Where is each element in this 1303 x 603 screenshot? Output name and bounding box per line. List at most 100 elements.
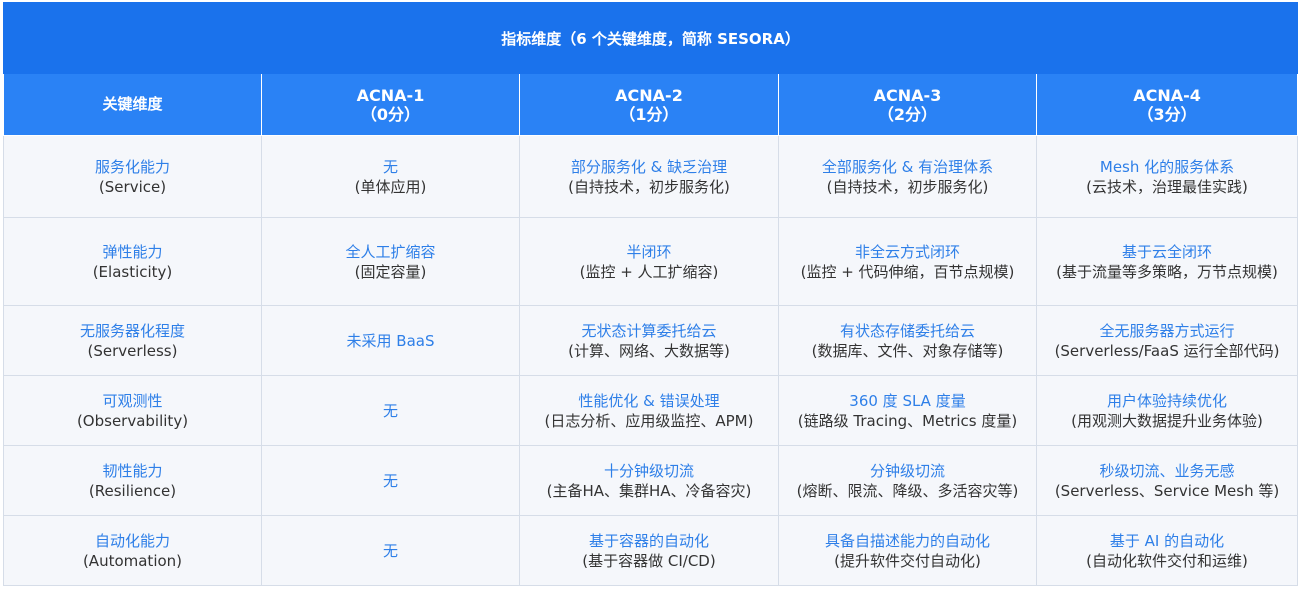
table-cell: 无服务器化程度 (Serverless): [3, 305, 262, 376]
cell-sub: (监控 + 人工扩缩容): [579, 262, 719, 281]
header-row: 关键维度 ACNA-1 （0分） ACNA-2 （1分） ACNA-3 （2分）…: [3, 73, 1299, 136]
cell-main: 可观测性: [102, 391, 163, 410]
maturity-table: 指标维度（6 个关键维度，简称 SESORA） 关键维度 ACNA-1 （0分）…: [2, 2, 1299, 586]
header-line1: ACNA-4: [1133, 85, 1201, 105]
table-cell: 自动化能力 (Automation): [3, 515, 262, 586]
table-cell: 用户体验持续优化 (用观测大数据提升业务体验): [1035, 375, 1299, 446]
cell-main: 弹性能力: [102, 242, 163, 261]
cell-main: 有状态存储委托给云: [839, 321, 975, 340]
table-row: 自动化能力 (Automation) 无 基于容器的自动化 (基于容器做 CI/CD…: [3, 515, 1299, 586]
cell-sub: (链路级 Tracing、Metrics 度量): [797, 411, 1018, 430]
cell-sub: (Serverless、Service Mesh 等): [1054, 481, 1280, 500]
table-cell: 性能优化 & 错误处理 (日志分析、应用级监控、APM): [519, 375, 779, 446]
table-banner: 指标维度（6 个关键维度，简称 SESORA）: [2, 2, 1299, 74]
header-line2: （0分）: [360, 104, 421, 124]
table-cell: 非全云方式闭环 (监控 + 代码伸缩，百节点规模): [778, 217, 1037, 306]
cell-sub: (提升软件交付自动化): [834, 551, 981, 570]
cell-main: 无: [382, 541, 398, 560]
cell-sub: (Resilience): [88, 481, 177, 500]
cell-main: Mesh 化的服务体系: [1099, 157, 1235, 176]
table-cell: 无: [261, 445, 520, 516]
cell-sub: (Service): [98, 177, 167, 196]
cell-sub: (自动化软件交付和运维): [1086, 551, 1248, 570]
table-cell: 未采用 BaaS: [261, 305, 520, 376]
cell-main: 无: [382, 471, 398, 490]
cell-main: 全无服务器方式运行: [1099, 321, 1235, 340]
cell-sub: (自持技术，初步服务化): [826, 177, 989, 196]
header-line1: ACNA-3: [873, 85, 942, 105]
cell-main: 韧性能力: [102, 461, 163, 480]
maturity-table-container: 指标维度（6 个关键维度，简称 SESORA） 关键维度 ACNA-1 （0分）…: [2, 2, 1303, 601]
cell-main: 无: [382, 157, 398, 176]
cell-main: 具备自描述能力的自动化: [824, 531, 990, 550]
table-cell: 无状态计算委托给云 (计算、网络、大数据等): [519, 305, 779, 376]
table-cell: 360 度 SLA 度量 (链路级 Tracing、Metrics 度量): [778, 375, 1037, 446]
cell-sub: (熔断、限流、降级、多活容灾等): [796, 481, 1019, 500]
table-cell: 基于 AI 的自动化 (自动化软件交付和运维): [1035, 515, 1299, 586]
table-cell: 可观测性 (Observability): [3, 375, 262, 446]
table-cell: 无 (单体应用): [261, 135, 520, 218]
cell-sub: (数据库、文件、对象存储等): [811, 341, 1004, 360]
cell-main: 自动化能力: [94, 531, 170, 550]
cell-main: 基于 AI 的自动化: [1109, 531, 1225, 550]
table-cell: 有状态存储委托给云 (数据库、文件、对象存储等): [778, 305, 1037, 376]
table-cell: 无: [261, 515, 520, 586]
table-cell: 半闭环 (监控 + 人工扩缩容): [519, 217, 779, 306]
table-cell: 十分钟级切流 (主备HA、集群HA、冷备容灾): [519, 445, 779, 516]
header-key-dimension: 关键维度: [3, 73, 262, 136]
header-line2: （2分）: [877, 104, 938, 124]
cell-sub: (基于流量等多策略，万节点规模): [1056, 262, 1278, 281]
banner-row: 指标维度（6 个关键维度，简称 SESORA）: [2, 2, 1299, 74]
table-row: 服务化能力 (Service) 无 (单体应用) 部分服务化 & 缺乏治理 (自持技术…: [3, 135, 1299, 218]
cell-sub: (监控 + 代码伸缩，百节点规模): [800, 262, 1015, 281]
cell-main: 基于容器的自动化: [588, 531, 709, 550]
table-row: 可观测性 (Observability) 无 性能优化 & 错误处理 (日志分析、应…: [3, 375, 1299, 446]
table-row: 韧性能力 (Resilience) 无 十分钟级切流 (主备HA、集群HA、冷备容灾…: [3, 445, 1299, 516]
table-cell: 全人工扩缩容 (固定容量): [261, 217, 520, 306]
header-acna-3: ACNA-3 （2分）: [778, 73, 1037, 136]
cell-sub: (自持技术，初步服务化): [568, 177, 730, 196]
cell-main: 未采用 BaaS: [346, 331, 435, 350]
header-line1: 关键维度: [102, 95, 163, 113]
cell-main: 无状态计算委托给云: [581, 321, 717, 340]
cell-sub: (Automation): [82, 551, 183, 570]
table-cell: 韧性能力 (Resilience): [3, 445, 262, 516]
cell-sub: (Serverless/FaaS 运行全部代码): [1054, 341, 1280, 360]
cell-main: 基于云全闭环: [1122, 242, 1213, 261]
cell-main: 部分服务化 & 缺乏治理: [570, 157, 728, 176]
cell-main: 无: [382, 401, 398, 420]
cell-sub: (计算、网络、大数据等): [568, 341, 730, 360]
cell-sub: (单体应用): [354, 177, 427, 196]
table-cell: 秒级切流、业务无感 (Serverless、Service Mesh 等): [1035, 445, 1299, 516]
cell-main: 秒级切流、业务无感: [1099, 461, 1235, 480]
cell-main: 无服务器化程度: [79, 321, 185, 340]
header-acna-1: ACNA-1 （0分）: [261, 73, 520, 136]
table-cell: 基于容器的自动化 (基于容器做 CI/CD): [519, 515, 779, 586]
header-acna-4: ACNA-4 （3分）: [1035, 73, 1299, 136]
table-cell: Mesh 化的服务体系 (云技术，治理最佳实践): [1035, 135, 1299, 218]
cell-main: 服务化能力: [94, 157, 170, 176]
cell-main: 半闭环: [626, 242, 672, 261]
cell-sub: (云技术，治理最佳实践): [1086, 177, 1248, 196]
cell-sub: (基于容器做 CI/CD): [582, 551, 716, 570]
header-line2: （3分）: [1137, 104, 1197, 124]
cell-main: 全部服务化 & 有治理体系: [821, 157, 994, 176]
table-cell: 部分服务化 & 缺乏治理 (自持技术，初步服务化): [519, 135, 779, 218]
table-cell: 无: [261, 375, 520, 446]
cell-sub: (Elasticity): [92, 262, 173, 281]
cell-sub: (固定容量): [354, 262, 427, 281]
table-row: 弹性能力 (Elasticity) 全人工扩缩容 (固定容量) 半闭环 (监控 + 人…: [3, 217, 1299, 306]
table-cell: 全部服务化 & 有治理体系 (自持技术，初步服务化): [778, 135, 1037, 218]
cell-sub: (主备HA、集群HA、冷备容灾): [546, 481, 752, 500]
cell-main: 十分钟级切流: [603, 461, 694, 480]
cell-main: 性能优化 & 错误处理: [578, 391, 720, 410]
table-cell: 分钟级切流 (熔断、限流、降级、多活容灾等): [778, 445, 1037, 516]
header-line1: ACNA-2: [615, 85, 683, 105]
cell-main: 360 度 SLA 度量: [849, 391, 966, 410]
table-cell: 全无服务器方式运行 (Serverless/FaaS 运行全部代码): [1035, 305, 1299, 376]
table-cell: 弹性能力 (Elasticity): [3, 217, 262, 306]
table-row: 无服务器化程度 (Serverless) 未采用 BaaS 无状态计算委托给云 (计…: [3, 305, 1299, 376]
header-line2: （1分）: [619, 104, 679, 124]
cell-main: 全人工扩缩容: [345, 242, 436, 261]
cell-sub: (Serverless): [87, 341, 178, 360]
